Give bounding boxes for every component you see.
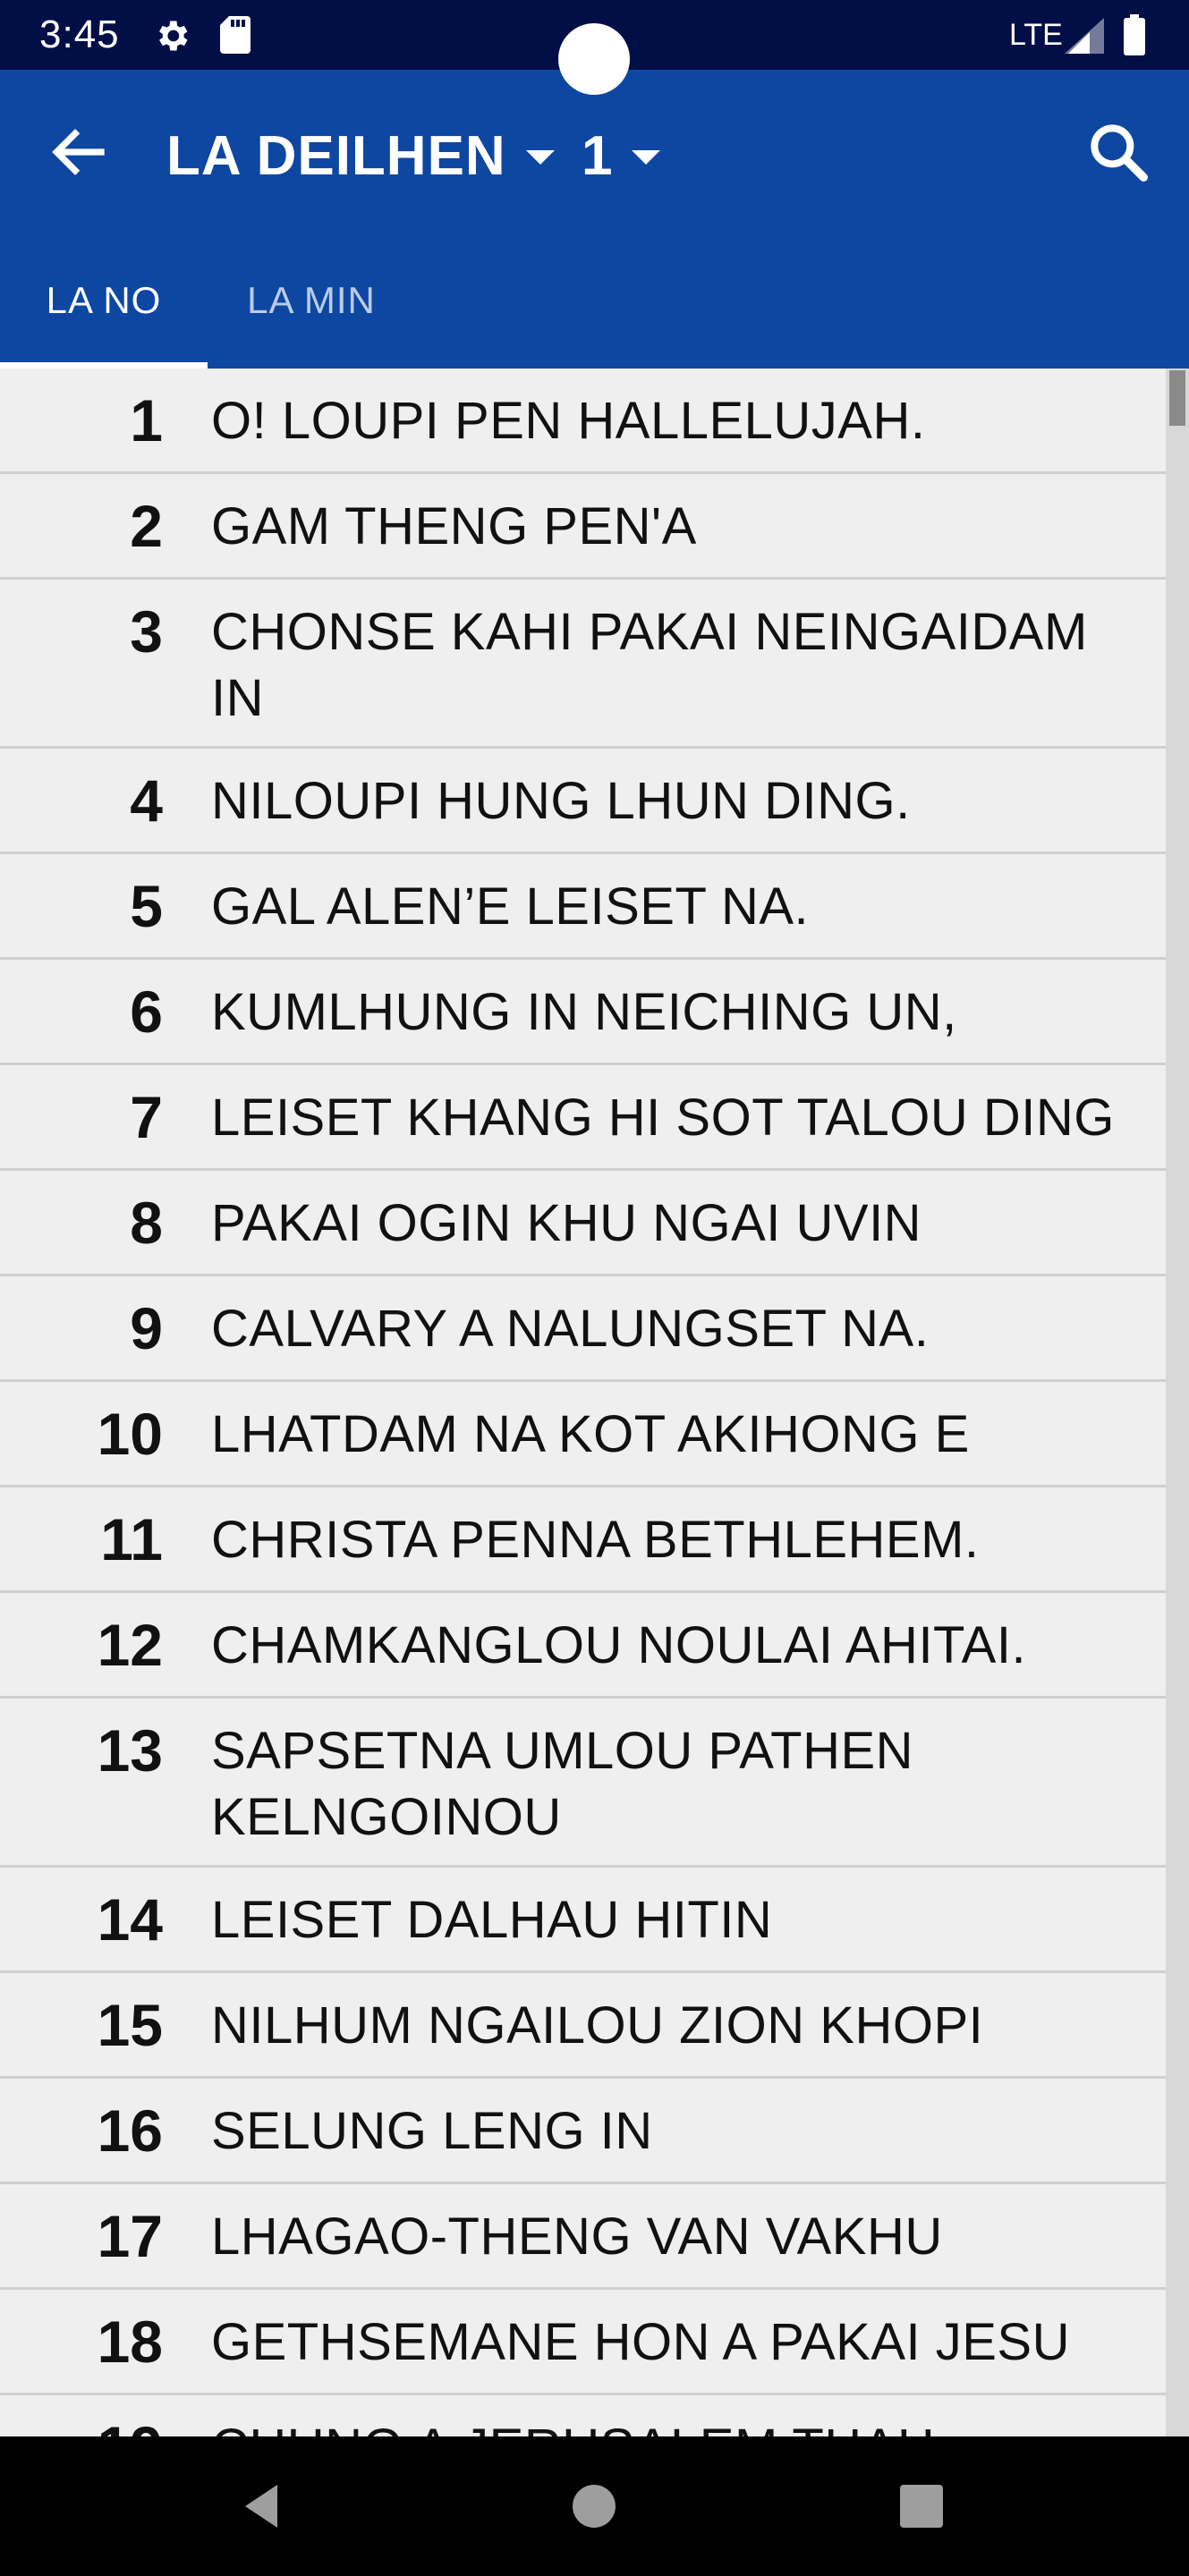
list-item[interactable]: 15 NILHUM NGAILOU ZION KHOPI	[0, 1973, 1189, 2079]
chevron-down-icon	[525, 150, 555, 165]
book-dropdown-label: LA DEILHEN	[166, 124, 506, 187]
list-item[interactable]: 10 LHATDAM NA KOT AKIHONG E	[0, 1382, 1189, 1487]
song-number: 4	[130, 767, 163, 834]
chapter-dropdown[interactable]: 1	[582, 120, 661, 191]
song-number: 2	[130, 493, 163, 559]
scrollbar[interactable]	[1166, 369, 1189, 2436]
song-title: PAKAI OGIN KHU NGAI UVIN	[211, 1194, 922, 1252]
list-item[interactable]: 8 PAKAI OGIN KHU NGAI UVIN	[0, 1171, 1189, 1276]
chevron-down-icon	[632, 150, 661, 165]
sd-card-icon	[220, 16, 251, 54]
book-dropdown[interactable]: LA DEILHEN	[166, 120, 555, 191]
song-title: KUMLHUNG IN NEICHING UN,	[211, 983, 957, 1041]
song-number: 9	[130, 1295, 163, 1361]
song-number: 1	[130, 387, 163, 453]
song-title: GAL ALEN’E LEISET NA.	[211, 877, 810, 936]
list-item[interactable]: 7 LEISET KHANG HI SOT TALOU DING	[0, 1065, 1189, 1171]
status-time: 3:45	[39, 13, 120, 56]
song-number: 17	[97, 2203, 163, 2269]
song-number: 11	[100, 1506, 163, 1572]
song-title: LEISET KHANG HI SOT TALOU DING	[211, 1089, 1115, 1147]
signal-icon	[1065, 18, 1104, 54]
song-number: 7	[130, 1084, 163, 1150]
song-title: NILOUPI HUNG LHUN DING.	[211, 772, 911, 830]
list-item[interactable]: 4 NILOUPI HUNG LHUN DING.	[0, 749, 1189, 854]
nav-home-icon[interactable]	[573, 2485, 616, 2528]
tab-la-min[interactable]: LA MIN	[208, 233, 415, 369]
app-screen: 3:45 LTE LA DEILHEN 1 LA NO LA MIN 1 O! …	[0, 0, 1189, 2576]
nav-back-icon[interactable]	[234, 2479, 288, 2533]
list-item[interactable]: 18 GETHSEMANE HON A PAKAI JESU	[0, 2290, 1189, 2395]
list-item[interactable]: 14 LEISET DALHAU HITIN	[0, 1868, 1189, 1973]
battery-icon	[1124, 14, 1145, 55]
song-title: SAPSETNA UMLOU PATHEN KELNGOINOU	[211, 1722, 914, 1846]
list-item[interactable]: 13 SAPSETNA UMLOU PATHEN KELNGOINOU	[0, 1699, 1189, 1868]
song-number: 8	[130, 1190, 163, 1256]
song-title: CHONSE KAHI PAKAI NEINGAIDAM IN	[211, 603, 1088, 727]
network-type-label: LTE	[1009, 18, 1063, 52]
tab-la-no[interactable]: LA NO	[0, 233, 208, 369]
song-title: LHAGAO-THENG VAN VAKHU	[211, 2207, 943, 2266]
song-number: 3	[130, 598, 163, 665]
song-number: 18	[97, 2309, 163, 2375]
song-title: SELUNG LENG IN	[211, 2102, 653, 2160]
list-item[interactable]: 17 LHAGAO-THENG VAN VAKHU	[0, 2184, 1189, 2290]
song-title: CHUNG A JERUSALEM THAH	[211, 2415, 1151, 2436]
song-title: LHATDAM NA KOT AKIHONG E	[211, 1405, 970, 1463]
song-number: 16	[97, 2097, 163, 2164]
song-number: 6	[130, 979, 163, 1045]
song-number: 12	[97, 1612, 163, 1678]
song-title: GETHSEMANE HON A PAKAI JESU	[211, 2313, 1070, 2371]
list-item[interactable]: 19 CHUNG A JERUSALEM THAH	[0, 2395, 1189, 2436]
list-item[interactable]: 6 KUMLHUNG IN NEICHING UN,	[0, 960, 1189, 1065]
tab-bar: LA NO LA MIN	[0, 233, 1189, 369]
song-number: 14	[97, 1886, 163, 1953]
search-icon[interactable]	[1083, 116, 1154, 188]
settings-gear-icon	[152, 16, 191, 55]
song-number: 19	[0, 2415, 163, 2436]
chapter-dropdown-label: 1	[582, 124, 613, 187]
nav-recents-icon[interactable]	[900, 2485, 943, 2528]
song-title: O! LOUPI PEN HALLELUJAH.	[211, 392, 926, 450]
song-title: GAM THENG PEN'A	[211, 497, 697, 555]
tab-active-indicator	[0, 362, 208, 369]
song-number: 5	[130, 873, 163, 939]
system-nav-bar	[0, 2436, 1189, 2576]
list-item[interactable]: 2 GAM THENG PEN'A	[0, 474, 1189, 580]
song-number: 10	[97, 1401, 163, 1467]
song-title: LEISET DALHAU HITIN	[211, 1891, 773, 1949]
list-item[interactable]: 5 GAL ALEN’E LEISET NA.	[0, 854, 1189, 960]
song-number: 13	[97, 1717, 163, 1784]
song-number: 15	[97, 1992, 163, 2058]
list-item[interactable]: 9 CALVARY A NALUNGSET NA.	[0, 1276, 1189, 1382]
list-item[interactable]: 16 SELUNG LENG IN	[0, 2079, 1189, 2184]
list-item[interactable]: 12 CHAMKANGLOU NOULAI AHITAI.	[0, 1593, 1189, 1699]
list-item[interactable]: 1 O! LOUPI PEN HALLELUJAH.	[0, 369, 1189, 474]
list-item[interactable]: 11 CHRISTA PENNA BETHLEHEM.	[0, 1487, 1189, 1593]
scrollbar-thumb[interactable]	[1169, 370, 1185, 426]
song-title: CALVARY A NALUNGSET NA.	[211, 1300, 930, 1358]
camera-cutout	[558, 23, 630, 95]
back-arrow-icon[interactable]	[45, 116, 116, 188]
song-list[interactable]: 1 O! LOUPI PEN HALLELUJAH. 2 GAM THENG PEN…	[0, 369, 1189, 2436]
song-title: NILHUM NGAILOU ZION KHOPI	[211, 1996, 984, 2055]
song-title: CHRISTA PENNA BETHLEHEM.	[211, 1511, 980, 1569]
list-item[interactable]: 3 CHONSE KAHI PAKAI NEINGAIDAM IN	[0, 580, 1189, 749]
song-title: CHAMKANGLOU NOULAI AHITAI.	[211, 1616, 1027, 1674]
